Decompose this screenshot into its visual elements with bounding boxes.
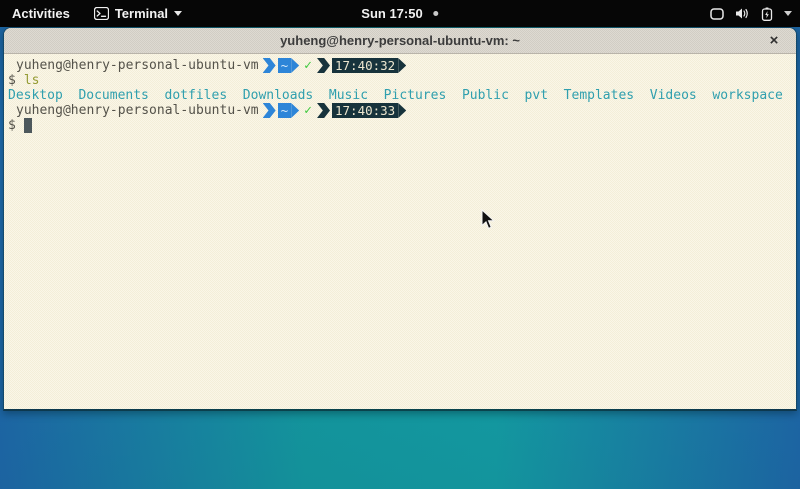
prompt-symbol: $ bbox=[8, 73, 16, 88]
powerline-arrow-icon bbox=[291, 103, 299, 118]
prompt-time-segment: 17:40:32 bbox=[332, 58, 398, 73]
directory-entry: dotfiles bbox=[165, 88, 243, 103]
chevron-down-icon bbox=[174, 11, 182, 16]
desktop: Activities Terminal Sun 17:50 bbox=[0, 0, 800, 489]
command-line: $ ls bbox=[4, 73, 796, 88]
chevron-down-icon bbox=[784, 11, 792, 16]
terminal-app-icon bbox=[94, 7, 109, 20]
ls-output-line: DesktopDocumentsdotfilesDownloadsMusicPi… bbox=[4, 88, 796, 103]
prompt-symbol: $ bbox=[8, 118, 16, 133]
terminal-window: yuheng@henry-personal-ubuntu-vm: ~ × yuh… bbox=[3, 27, 797, 411]
activities-button[interactable]: Activities bbox=[0, 0, 82, 27]
directory-entry: Desktop bbox=[8, 88, 78, 103]
notification-dot-icon bbox=[434, 11, 439, 16]
powerline-chevron-icon bbox=[263, 58, 276, 73]
prompt-path-segment: ~ bbox=[278, 58, 292, 73]
directory-entry: Music bbox=[329, 88, 384, 103]
directory-entry: Documents bbox=[78, 88, 164, 103]
battery-charging-icon bbox=[761, 7, 773, 21]
terminal-cursor bbox=[24, 118, 32, 133]
screen-icon bbox=[710, 8, 724, 20]
top-bar-right bbox=[698, 0, 800, 27]
prompt-time: 17:40:33 bbox=[335, 103, 395, 118]
prompt-path: ~ bbox=[281, 58, 289, 73]
prompt-time: 17:40:32 bbox=[335, 58, 395, 73]
prompt-line: yuheng@henry-personal-ubuntu-vm ~ ✓ 17:4… bbox=[4, 58, 796, 73]
app-menu-button[interactable]: Terminal bbox=[82, 0, 194, 27]
powerline-chevron-icon bbox=[317, 103, 330, 118]
prompt-user-host: yuheng@henry-personal-ubuntu-vm bbox=[16, 58, 259, 73]
directory-entry: Pictures bbox=[384, 88, 462, 103]
directory-entry: Public bbox=[462, 88, 525, 103]
command-text: ls bbox=[24, 73, 40, 88]
directory-entry: workspace bbox=[712, 88, 782, 103]
powerline-chevron-icon bbox=[317, 58, 330, 73]
status-check-icon: ✓ bbox=[304, 103, 312, 118]
directory-entry: Videos bbox=[650, 88, 713, 103]
prompt-user-host: yuheng@henry-personal-ubuntu-vm bbox=[16, 103, 259, 118]
app-menu-label: Terminal bbox=[115, 6, 168, 21]
powerline-chevron-icon bbox=[263, 103, 276, 118]
mouse-pointer-icon bbox=[481, 209, 495, 235]
prompt-time-segment: 17:40:33 bbox=[332, 103, 398, 118]
powerline-arrow-icon bbox=[291, 58, 299, 73]
directory-entry: Downloads bbox=[243, 88, 329, 103]
prompt-line: yuheng@henry-personal-ubuntu-vm ~ ✓ 17:4… bbox=[4, 103, 796, 118]
close-button[interactable]: × bbox=[762, 29, 786, 53]
prompt-path-segment: ~ bbox=[278, 103, 292, 118]
system-tray-button[interactable] bbox=[698, 0, 800, 27]
input-line: $ bbox=[4, 118, 796, 133]
terminal-screen[interactable]: yuheng@henry-personal-ubuntu-vm ~ ✓ 17:4… bbox=[4, 54, 796, 411]
window-title-bar[interactable]: yuheng@henry-personal-ubuntu-vm: ~ × bbox=[4, 28, 796, 54]
volume-icon bbox=[735, 7, 750, 20]
powerline-arrow-icon bbox=[398, 103, 406, 118]
top-bar-left: Activities Terminal bbox=[0, 0, 194, 27]
status-check-icon: ✓ bbox=[304, 58, 312, 73]
clock-button[interactable]: Sun 17:50 bbox=[349, 0, 450, 27]
clock-label: Sun 17:50 bbox=[361, 6, 422, 21]
directory-entry: pvt bbox=[525, 88, 564, 103]
window-title: yuheng@henry-personal-ubuntu-vm: ~ bbox=[280, 33, 520, 48]
top-bar: Activities Terminal Sun 17:50 bbox=[0, 0, 800, 27]
prompt-path: ~ bbox=[281, 103, 289, 118]
directory-entry: Templates bbox=[564, 88, 650, 103]
powerline-arrow-icon bbox=[398, 58, 406, 73]
top-bar-center: Sun 17:50 bbox=[349, 0, 450, 27]
